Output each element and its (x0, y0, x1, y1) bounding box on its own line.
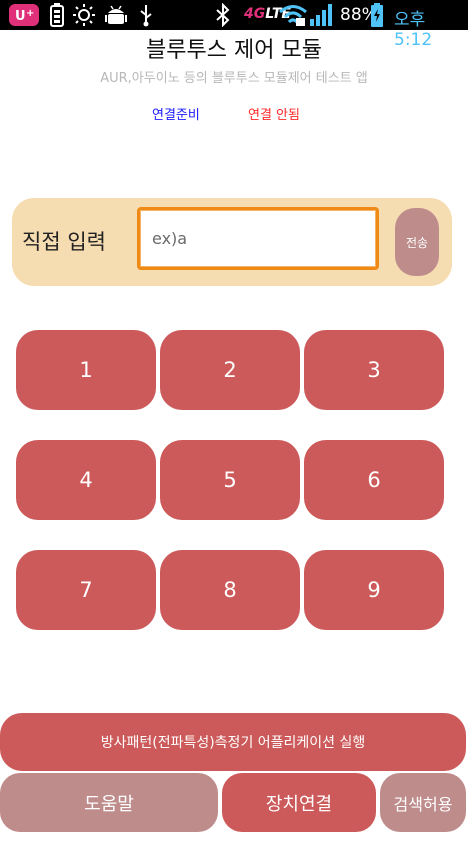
keypad-key-2[interactable]: 2 (160, 330, 300, 410)
help-button[interactable]: 도움말 (0, 773, 218, 832)
keypad-key-8[interactable]: 8 (160, 550, 300, 630)
run-radiation-app-button[interactable]: 방사패턴(전파특성)측정기 어플리케이션 실행 (0, 713, 466, 771)
keypad-key-5[interactable]: 5 (160, 440, 300, 520)
keypad-key-3[interactable]: 3 (304, 330, 444, 410)
connection-ready-label: 연결준비 (152, 108, 200, 123)
direct-input-label: 직접 입력 (22, 230, 106, 254)
battery-saver-icon (48, 3, 66, 27)
keypad-key-1[interactable]: 1 (16, 330, 156, 410)
battery-icon (370, 3, 384, 27)
svg-text:+: + (26, 8, 34, 19)
direct-input-field[interactable] (140, 210, 376, 267)
wifi-icon (278, 3, 308, 27)
keypad-key-6[interactable]: 6 (304, 440, 444, 520)
keypad-key-4[interactable]: 4 (16, 440, 156, 520)
bluetooth-icon (212, 3, 234, 27)
keypad-key-9[interactable]: 9 (304, 550, 444, 630)
allow-discovery-button[interactable]: 검색허용 (380, 773, 466, 832)
signal-icon (308, 3, 336, 27)
u-plus-icon: U + (8, 3, 40, 27)
direct-input-box (137, 207, 379, 270)
svg-text:U: U (15, 9, 26, 24)
page-title: 블루투스 제어 모듈 (146, 38, 322, 63)
direct-input-panel: 직접 입력 전송 (12, 198, 452, 286)
connect-device-button[interactable]: 장치연결 (222, 773, 376, 832)
page-subtitle: AUR,아두이노 등의 블루투스 모듈제어 테스트 앱 (100, 71, 368, 86)
usb-icon (136, 3, 156, 27)
status-bar: U + 4GLTE 88% 오후 5:12 (0, 0, 468, 50)
keypad-key-7[interactable]: 7 (16, 550, 156, 630)
send-button[interactable]: 전송 (395, 208, 439, 276)
connection-status-label: 연결 안됨 (248, 108, 300, 123)
android-debug-icon (104, 3, 128, 27)
brightness-icon (70, 3, 98, 27)
